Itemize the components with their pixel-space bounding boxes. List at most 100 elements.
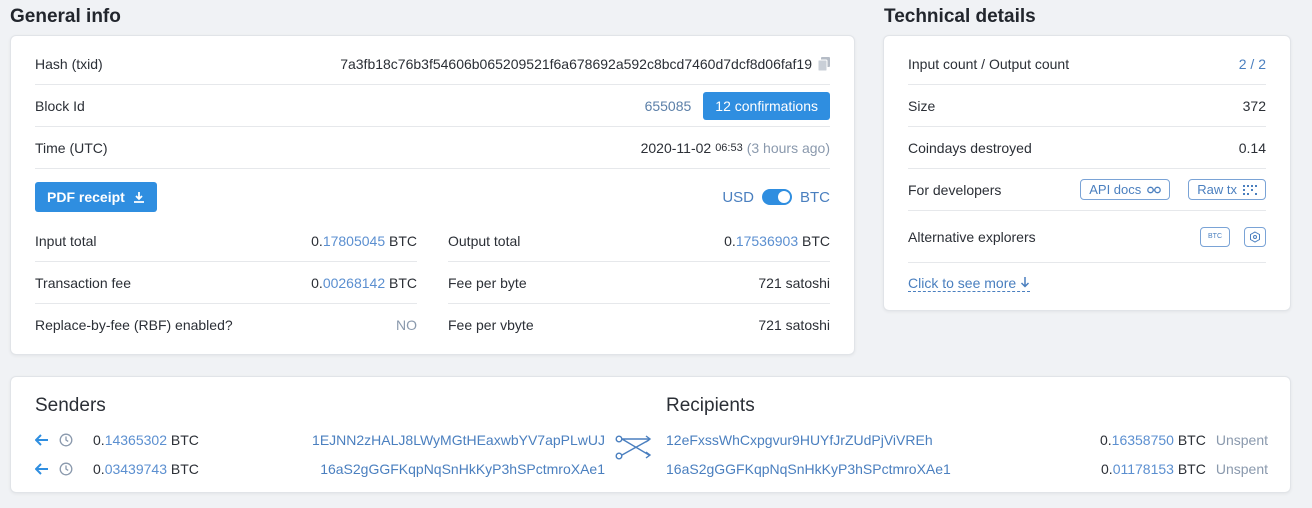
- transaction-flow-icon: [615, 435, 652, 460]
- hash-value[interactable]: 7a3fb18c76b3f54606b065209521f6a678692a59…: [340, 56, 812, 72]
- fee-per-vbyte-label: Fee per vbyte: [448, 317, 534, 333]
- general-info-card: Hash (txid) 7a3fb18c76b3f54606b065209521…: [10, 35, 855, 355]
- clock-icon[interactable]: [59, 462, 73, 476]
- developers-row: For developers API docs Raw tx: [908, 169, 1266, 211]
- sender-amount-frac: 14365302: [104, 432, 167, 448]
- io-count-row: Input count / Output count 2 / 2: [908, 43, 1266, 85]
- code-grid-icon: [1243, 184, 1257, 195]
- recipient-amount-frac: 16358750: [1111, 432, 1174, 448]
- recipient-address-link[interactable]: 16aS2gGGFKqpNqSnHkKyP3hSPctmroXAe1: [666, 461, 951, 477]
- sender-amount-int: 0.: [93, 461, 105, 477]
- output-total-row: Output total 0.17536903 BTC: [448, 220, 830, 262]
- confirmations-badge[interactable]: 12 confirmations: [703, 91, 830, 120]
- currency-usd-label[interactable]: USD: [722, 189, 754, 206]
- arrow-left-icon[interactable]: [35, 463, 49, 475]
- block-label: Block Id: [35, 97, 85, 114]
- arrow-down-icon: [1021, 277, 1030, 288]
- technical-details-card: Input count / Output count 2 / 2 Size 37…: [883, 35, 1291, 311]
- input-total-label: Input total: [35, 232, 97, 249]
- see-more-label: Click to see more: [908, 274, 1017, 291]
- output-total-label: Output total: [448, 232, 521, 249]
- size-row: Size 372: [908, 85, 1266, 127]
- alt-explorer-hex-button[interactable]: [1244, 226, 1266, 247]
- see-more-row: Click to see more: [908, 262, 1266, 304]
- fee-row: Transaction fee 0.00268142 BTC: [35, 262, 417, 304]
- copy-icon[interactable]: [818, 56, 830, 71]
- io-count-label: Input count / Output count: [908, 55, 1070, 72]
- sender-address-link[interactable]: 16aS2gGGFKqpNqSnHkKyP3hSPctmroXAe1: [320, 461, 605, 477]
- hexagon-icon: [1250, 230, 1260, 243]
- senders-title: Senders: [35, 395, 106, 416]
- technical-details-title: Technical details: [884, 6, 1036, 27]
- recipient-amount-unit: BTC: [1177, 461, 1206, 477]
- block-row: Block Id 655085 12 confirmations: [35, 85, 830, 127]
- sender-address-link[interactable]: 1EJNN2zHALJ8LWyMGtHEaxwbYV7apPLwUJ: [312, 432, 605, 448]
- rbf-label: Replace-by-fee (RBF) enabled?: [35, 317, 233, 333]
- sender-amount-unit: BTC: [170, 432, 199, 448]
- input-total-frac: 17805045: [322, 232, 386, 249]
- recipient-amount-int: 0.: [1101, 461, 1113, 477]
- alt-explorers-row: Alternative explorers BTC: [908, 211, 1266, 263]
- block-id-link[interactable]: 655085: [645, 98, 692, 114]
- fee-frac: 00268142: [322, 274, 386, 291]
- rbf-value: NO: [396, 317, 417, 333]
- output-total-int: 0.: [724, 232, 736, 249]
- recipient-status: Unspent: [1215, 432, 1268, 448]
- time-date: 2020-11-02: [640, 139, 712, 156]
- sender-amount-int: 0.: [93, 432, 105, 448]
- fee-unit: BTC: [389, 274, 417, 291]
- fee-per-vbyte-value: 721 satoshi: [758, 317, 830, 333]
- download-icon: [133, 192, 144, 203]
- time-row: Time (UTC) 2020-11-02 06:53 (3 hours ago…: [35, 127, 830, 169]
- receipt-row: PDF receipt USD BTC: [35, 176, 830, 218]
- recipient-amount-frac: 01178153: [1112, 461, 1174, 477]
- hash-label: Hash (txid): [35, 55, 103, 72]
- raw-tx-button[interactable]: Raw tx: [1188, 179, 1266, 200]
- hash-row: Hash (txid) 7a3fb18c76b3f54606b065209521…: [35, 43, 830, 85]
- input-total-int: 0.: [311, 232, 323, 249]
- time-ago: (3 hours ago): [746, 139, 830, 156]
- clock-icon[interactable]: [59, 433, 73, 447]
- general-info-title: General info: [10, 6, 121, 27]
- alt-explorers-label: Alternative explorers: [908, 228, 1036, 245]
- size-value: 372: [1242, 97, 1266, 114]
- time-clock: 06:53: [715, 141, 743, 154]
- fee-per-byte-row: Fee per byte 721 satoshi: [448, 262, 830, 304]
- output-total-frac: 17536903: [735, 232, 799, 249]
- input-total-row: Input total 0.17805045 BTC: [35, 220, 417, 262]
- coindays-label: Coindays destroyed: [908, 139, 1032, 156]
- sender-row: 0.14365302 BTC 1EJNN2zHALJ8LWyMGtHEaxwbY…: [35, 430, 605, 450]
- api-docs-label: API docs: [1089, 182, 1142, 197]
- see-more-link[interactable]: Click to see more: [908, 274, 1031, 292]
- io-count-value[interactable]: 2 / 2: [1239, 56, 1266, 72]
- transfer-card: Senders Recipients 0.14365302 BTC 1EJNN2…: [10, 376, 1291, 493]
- sender-row: 0.03439743 BTC 16aS2gGGFKqpNqSnHkKyP3hSP…: [35, 459, 605, 479]
- fee-int: 0.: [311, 274, 323, 291]
- developers-label: For developers: [908, 181, 1002, 198]
- recipient-row: 16aS2gGGFKqpNqSnHkKyP3hSPctmroXAe1 0.011…: [666, 459, 1268, 479]
- pdf-receipt-button[interactable]: PDF receipt: [35, 182, 157, 212]
- api-docs-button[interactable]: API docs: [1080, 179, 1171, 200]
- fee-per-vbyte-row: Fee per vbyte 721 satoshi: [448, 304, 830, 346]
- size-label: Size: [908, 97, 936, 114]
- rbf-row: Replace-by-fee (RBF) enabled? NO: [35, 304, 417, 346]
- recipient-status: Unspent: [1215, 461, 1268, 477]
- input-total-unit: BTC: [389, 232, 417, 249]
- alt-explorer-btc-button[interactable]: BTC: [1200, 226, 1230, 247]
- recipients-title: Recipients: [666, 395, 755, 416]
- recipient-amount-unit: BTC: [1177, 432, 1206, 448]
- currency-btc-label[interactable]: BTC: [800, 189, 830, 206]
- fee-per-byte-value: 721 satoshi: [758, 274, 830, 291]
- recipient-amount-int: 0.: [1099, 432, 1112, 448]
- sender-amount-frac: 03439743: [104, 461, 167, 477]
- pdf-receipt-label: PDF receipt: [47, 189, 125, 205]
- fee-per-byte-label: Fee per byte: [448, 274, 527, 291]
- arrow-left-icon[interactable]: [35, 434, 49, 446]
- coindays-row: Coindays destroyed 0.14: [908, 127, 1266, 169]
- fee-label: Transaction fee: [35, 274, 131, 291]
- recipient-row: 12eFxssWhCxpgvur9HUYfJrZUdPjViVREh 0.163…: [666, 430, 1268, 450]
- output-total-unit: BTC: [802, 232, 830, 249]
- glasses-icon: [1147, 186, 1162, 193]
- currency-toggle[interactable]: [762, 189, 792, 205]
- recipient-address-link[interactable]: 12eFxssWhCxpgvur9HUYfJrZUdPjViVREh: [666, 432, 933, 448]
